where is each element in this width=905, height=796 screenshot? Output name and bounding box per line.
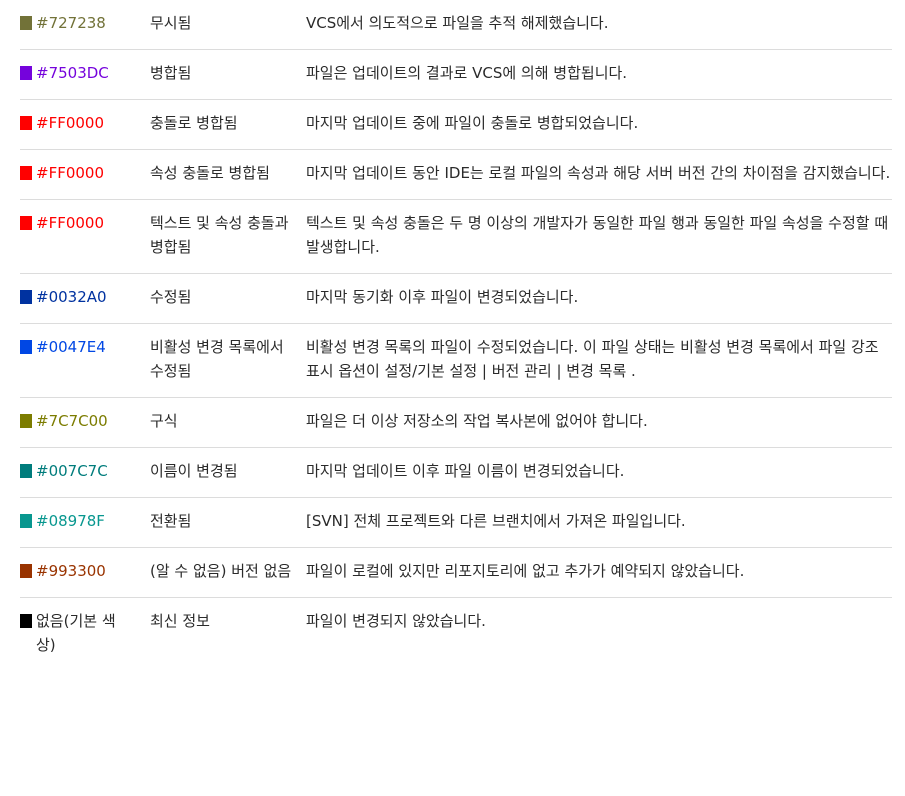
description-cell: 비활성 변경 목록의 파일이 수정되었습니다. 이 파일 상태는 비활성 변경 … (306, 338, 879, 380)
color-swatch (20, 116, 32, 130)
status-cell: 비활성 변경 목록에서 수정됨 (150, 338, 284, 380)
status-cell: 무시됨 (150, 14, 192, 32)
color-swatch (20, 614, 32, 628)
color-swatch (20, 216, 32, 230)
status-cell: 텍스트 및 속성 충돌과 병합됨 (150, 214, 289, 256)
table-row: #993300 (알 수 없음) 버전 없음 파일이 로컬에 있지만 리포지토리에 … (20, 548, 892, 598)
color-cell: #007C7C (20, 459, 130, 483)
color-code-label: #FF0000 (36, 214, 104, 232)
color-cell: #0032A0 (20, 285, 130, 309)
table-row: 없음(기본 색상) 최신 정보 파일이 변경되지 않았습니다. (20, 598, 892, 671)
color-cell: #FF0000 (20, 161, 130, 185)
color-swatch (20, 414, 32, 428)
color-swatch (20, 340, 32, 354)
status-cell: 수정됨 (150, 288, 192, 306)
file-status-color-table: #727238 무시됨 VCS에서 의도적으로 파일을 추적 해제했습니다. #750… (20, 0, 892, 671)
color-code-label: #7C7C00 (36, 412, 108, 430)
color-code-label: #FF0000 (36, 114, 104, 132)
status-cell: 최신 정보 (150, 612, 210, 630)
description-cell: 마지막 동기화 이후 파일이 변경되었습니다. (306, 288, 579, 306)
description-cell: 파일이 변경되지 않았습니다. (306, 612, 486, 630)
color-swatch (20, 66, 32, 80)
table-row: #727238 무시됨 VCS에서 의도적으로 파일을 추적 해제했습니다. (20, 0, 892, 50)
status-cell: 이름이 변경됨 (150, 462, 238, 480)
description-cell: 마지막 업데이트 중에 파일이 충돌로 병합되었습니다. (306, 114, 639, 132)
color-code-label: #0047E4 (36, 338, 106, 356)
description-cell: 파일은 더 이상 저장소의 작업 복사본에 없어야 합니다. (306, 412, 648, 430)
color-code-label: #0032A0 (36, 288, 107, 306)
color-cell: #7503DC (20, 61, 130, 85)
color-code-label: #08978F (36, 512, 105, 530)
color-swatch (20, 166, 32, 180)
description-cell: VCS에서 의도적으로 파일을 추적 해제했습니다. (306, 14, 609, 32)
description-cell: 텍스트 및 속성 충돌은 두 명 이상의 개발자가 동일한 파일 행과 동일한 … (306, 214, 889, 256)
description-cell: 파일이 로컬에 있지만 리포지토리에 없고 추가가 예약되지 않았습니다. (306, 562, 745, 580)
status-cell: 병합됨 (150, 64, 192, 82)
status-cell: (알 수 없음) 버전 없음 (150, 562, 292, 580)
table-row: #FF0000 속성 충돌로 병합됨 마지막 업데이트 동안 IDE는 로컬 파일의… (20, 150, 892, 200)
color-swatch (20, 290, 32, 304)
color-code-label: #FF0000 (36, 164, 104, 182)
color-swatch (20, 514, 32, 528)
color-cell: #993300 (20, 559, 130, 583)
description-cell: 마지막 업데이트 이후 파일 이름이 변경되었습니다. (306, 462, 625, 480)
status-cell: 속성 충돌로 병합됨 (150, 164, 270, 182)
color-swatch (20, 16, 32, 30)
color-code-label: 없음(기본 색상) (36, 612, 116, 654)
color-cell: #727238 (20, 11, 130, 35)
table-row: #0032A0 수정됨 마지막 동기화 이후 파일이 변경되었습니다. (20, 274, 892, 324)
table-row: #FF0000 충돌로 병합됨 마지막 업데이트 중에 파일이 충돌로 병합되었습니… (20, 100, 892, 150)
color-swatch (20, 464, 32, 478)
color-cell: #0047E4 (20, 335, 130, 359)
color-cell: 없음(기본 색상) (20, 609, 130, 657)
color-cell: #FF0000 (20, 111, 130, 135)
color-code-label: #7503DC (36, 64, 109, 82)
color-cell: #7C7C00 (20, 409, 130, 433)
status-cell: 구식 (150, 412, 178, 430)
color-code-label: #727238 (36, 14, 106, 32)
table-row: #007C7C 이름이 변경됨 마지막 업데이트 이후 파일 이름이 변경되었습니다… (20, 448, 892, 498)
color-cell: #08978F (20, 509, 130, 533)
color-cell: #FF0000 (20, 211, 130, 235)
color-swatch (20, 564, 32, 578)
description-cell: 파일은 업데이트의 결과로 VCS에 의해 병합됩니다. (306, 64, 628, 82)
status-cell: 전환됨 (150, 512, 192, 530)
status-cell: 충돌로 병합됨 (150, 114, 238, 132)
table-row: #08978F 전환됨 [SVN] 전체 프로젝트와 다른 브랜치에서 가져온 파일… (20, 498, 892, 548)
color-code-label: #007C7C (36, 462, 108, 480)
table-row: #0047E4 비활성 변경 목록에서 수정됨 비활성 변경 목록의 파일이 수정되… (20, 324, 892, 398)
description-cell: [SVN] 전체 프로젝트와 다른 브랜치에서 가져온 파일입니다. (306, 512, 686, 530)
table-row: #7503DC 병합됨 파일은 업데이트의 결과로 VCS에 의해 병합됩니다. (20, 50, 892, 100)
table-row: #FF0000 텍스트 및 속성 충돌과 병합됨 텍스트 및 속성 충돌은 두 명 … (20, 200, 892, 274)
description-cell: 마지막 업데이트 동안 IDE는 로컬 파일의 속성과 해당 서버 버전 간의 … (306, 164, 891, 182)
color-code-label: #993300 (36, 562, 106, 580)
table-row: #7C7C00 구식 파일은 더 이상 저장소의 작업 복사본에 없어야 합니다. (20, 398, 892, 448)
